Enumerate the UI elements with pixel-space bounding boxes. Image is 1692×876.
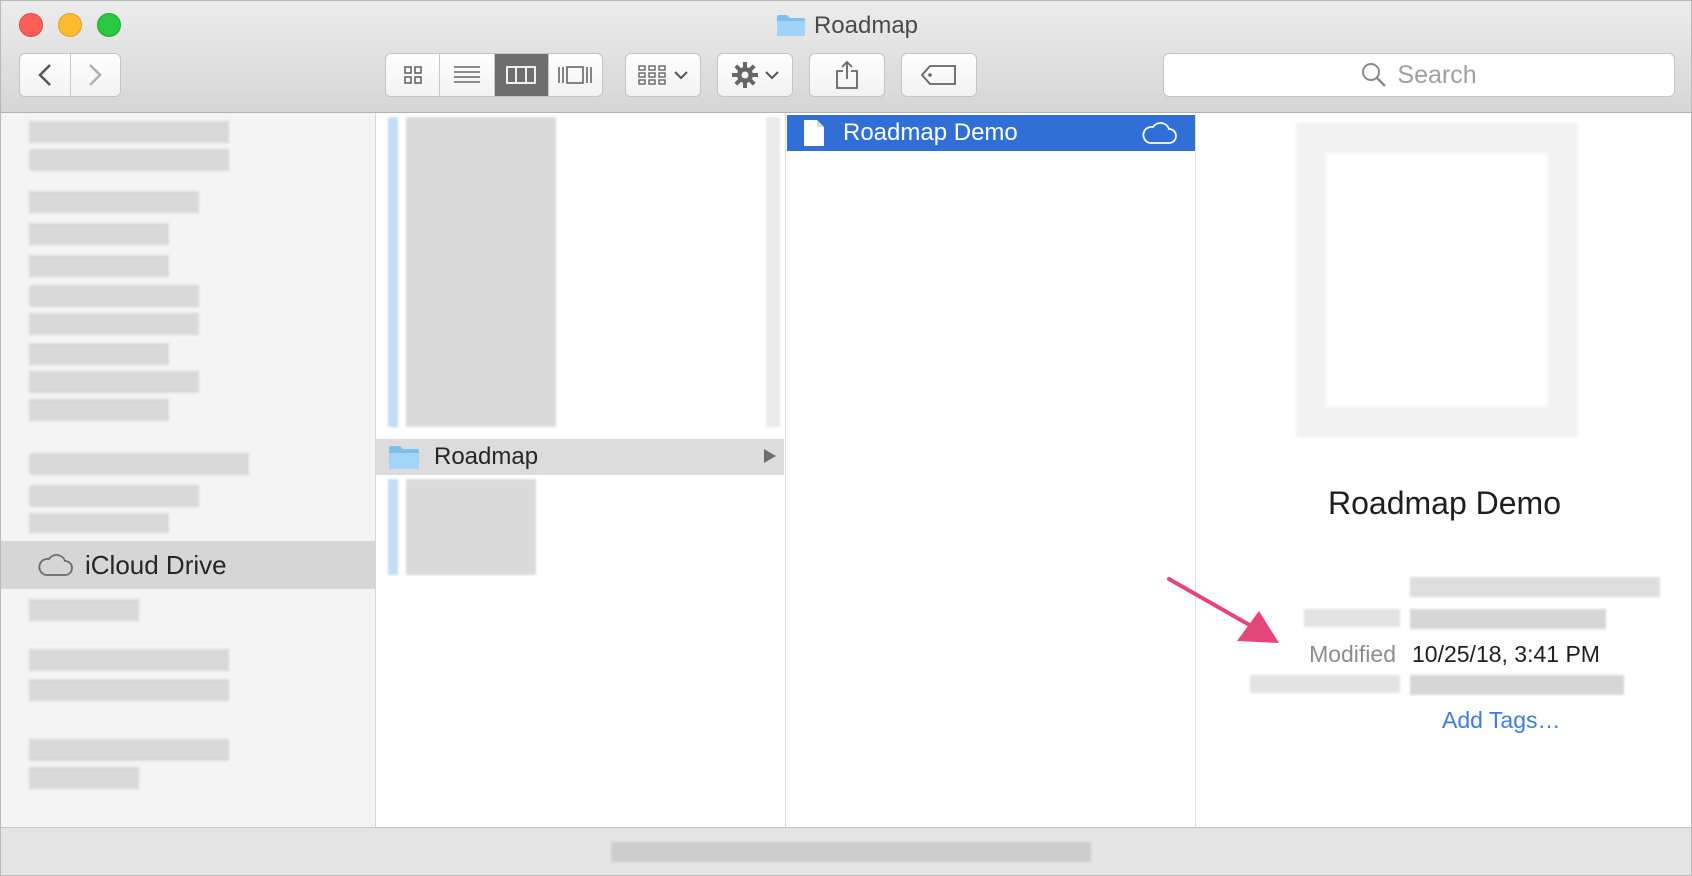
- redacted-sidebar-item: [29, 149, 229, 171]
- search-field[interactable]: Search: [1163, 53, 1675, 97]
- redacted-sidebar-item: [29, 739, 229, 761]
- folder-icon: [776, 13, 806, 45]
- redacted-sidebar-item: [29, 121, 229, 143]
- cloud-icon: [1142, 122, 1177, 144]
- redacted-sidebar-item: [29, 371, 199, 393]
- redacted-sidebar-item: [29, 767, 139, 789]
- preview-file-name: Roadmap Demo: [1328, 485, 1561, 521]
- share-icon: [836, 60, 858, 89]
- redacted-metadata: [1410, 577, 1660, 597]
- chevron-right-icon: [89, 64, 103, 86]
- search-placeholder: Search: [1397, 60, 1477, 89]
- gear-icon: [732, 62, 758, 88]
- columns-icon: [506, 66, 537, 84]
- redacted-metadata-label: [1304, 609, 1400, 627]
- redacted-sidebar-item: [29, 399, 169, 421]
- redacted-scroll-area: [766, 117, 780, 427]
- action-button[interactable]: [717, 53, 793, 97]
- gallery-icon: [558, 66, 593, 84]
- redacted-sidebar-item: [29, 285, 199, 307]
- modified-value: 10/25/18, 3:41 PM: [1412, 641, 1600, 667]
- cloud-icon: [38, 554, 73, 576]
- document-icon: [804, 120, 824, 146]
- tag-icon: [921, 65, 956, 85]
- column-browser-2: Roadmap: [376, 113, 786, 827]
- redacted-sidebar-item: [29, 223, 169, 245]
- sidebar: iCloud Drive: [1, 113, 376, 827]
- redacted-sidebar-item: [29, 513, 169, 533]
- title-bar: Roadmap Search: [1, 1, 1691, 113]
- icon-view-button[interactable]: [386, 54, 441, 96]
- redacted-sidebar-item: [29, 191, 199, 213]
- view-mode-control: [385, 53, 603, 97]
- redacted-sidebar-item: [29, 679, 229, 701]
- redacted-sidebar-item: [29, 599, 139, 621]
- chevron-down-icon: [674, 71, 688, 80]
- redacted-metadata: [1410, 609, 1606, 629]
- preview-pane: Roadmap Demo Modified 10/25/18, 3:41 PM …: [1196, 113, 1691, 827]
- redacted-sidebar-item: [29, 255, 169, 277]
- grid-icon: [403, 66, 422, 84]
- column-browser-3: Roadmap Demo: [786, 113, 1196, 827]
- redacted-file-list: [406, 479, 536, 575]
- list-item-roadmap-folder[interactable]: Roadmap: [376, 439, 784, 475]
- column-view-button[interactable]: [494, 54, 549, 96]
- file-name: Roadmap Demo: [843, 119, 1018, 146]
- tags-button[interactable]: [901, 53, 977, 97]
- document-thumbnail: [1296, 123, 1578, 437]
- share-button[interactable]: [809, 53, 885, 97]
- search-icon: [1362, 63, 1387, 87]
- annotation-arrow-icon: [1167, 577, 1279, 643]
- window-title-text: Roadmap: [813, 12, 919, 39]
- list-icon: [453, 66, 480, 83]
- window-title: Roadmap: [1, 11, 1691, 41]
- redacted-sidebar-item: [29, 343, 169, 365]
- redacted-metadata-label: [1250, 675, 1400, 693]
- add-tags-link[interactable]: Add Tags…: [1442, 707, 1560, 734]
- chevron-down-icon: [765, 71, 779, 80]
- redacted-sidebar-item: [29, 649, 229, 671]
- redacted-sidebar-item: [29, 453, 249, 475]
- redacted-file-icons: [388, 479, 398, 575]
- forward-button[interactable]: [71, 54, 120, 96]
- disclosure-triangle-icon: [764, 449, 776, 463]
- status-bar: [1, 827, 1691, 875]
- folder-name: Roadmap: [434, 443, 539, 470]
- finder-window: Roadmap Search iCloud Drive Roadmap Road…: [0, 0, 1692, 876]
- redacted-file-icons: [388, 117, 398, 427]
- group-icon: [638, 65, 666, 85]
- list-view-button[interactable]: [440, 54, 495, 96]
- redacted-sidebar-item: [29, 313, 199, 335]
- redacted-status-text: [611, 842, 1091, 862]
- sidebar-item-label: iCloud Drive: [85, 549, 227, 580]
- nav-buttons: [19, 53, 121, 97]
- gallery-view-button[interactable]: [549, 54, 602, 96]
- redacted-sidebar-item: [29, 485, 199, 507]
- redacted-file-list: [406, 117, 556, 427]
- folder-icon: [389, 446, 419, 469]
- sidebar-item-icloud-drive[interactable]: iCloud Drive: [1, 541, 375, 589]
- list-item-roadmap-demo[interactable]: Roadmap Demo: [787, 115, 1195, 151]
- group-by-button[interactable]: [625, 53, 701, 97]
- redacted-metadata: [1410, 675, 1624, 695]
- back-button[interactable]: [20, 54, 71, 96]
- chevron-left-icon: [38, 64, 51, 86]
